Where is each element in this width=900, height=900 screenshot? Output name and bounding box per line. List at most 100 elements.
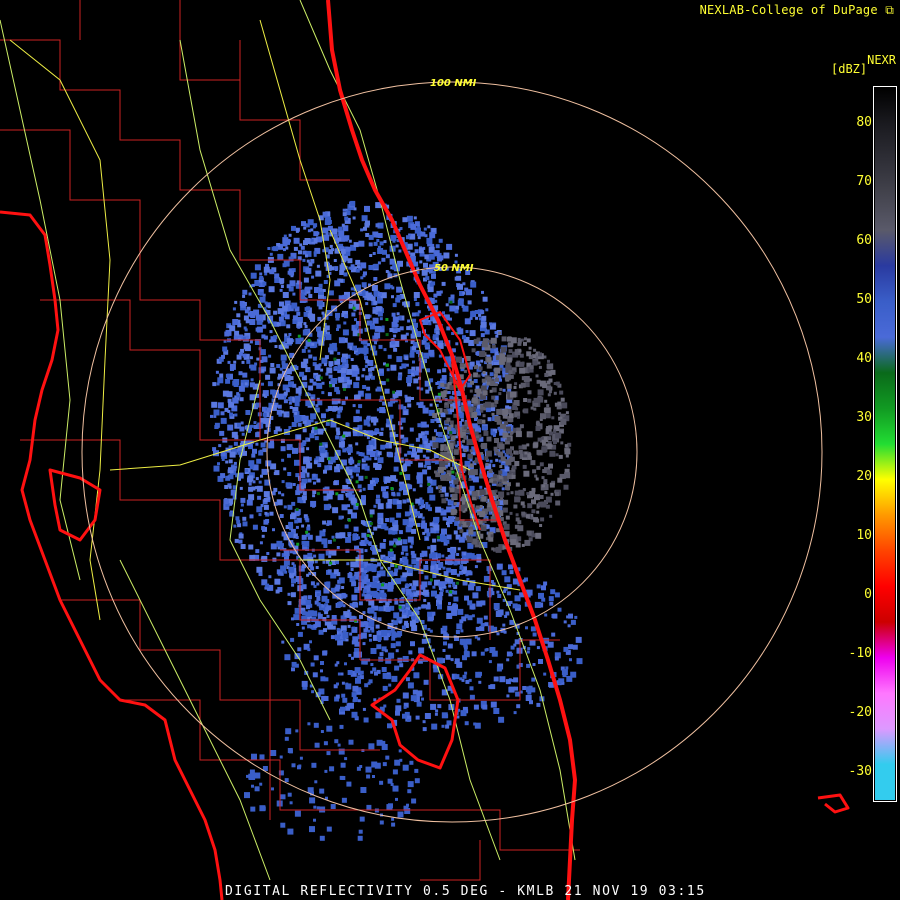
echo-pixel xyxy=(541,476,545,480)
scale-tick-label: 70 xyxy=(856,174,872,189)
echo-pixel xyxy=(576,658,583,665)
echo-pixel xyxy=(424,342,430,348)
echo-pixel xyxy=(528,346,532,350)
echo-pixel xyxy=(364,539,369,544)
echo-pixel xyxy=(323,544,328,548)
echo-pixel xyxy=(389,414,394,419)
echo-pixel xyxy=(424,575,429,580)
product-footer: DIGITAL REFLECTIVITY 0.5 DEG - KMLB 21 N… xyxy=(225,884,706,899)
echo-pixel xyxy=(485,462,489,466)
echo-pixel xyxy=(479,485,483,489)
echo-pixel xyxy=(551,632,556,637)
echo-pixel xyxy=(431,228,436,233)
echo-pixel xyxy=(296,623,300,626)
echo-pixel xyxy=(517,537,521,541)
echo-pixel xyxy=(425,389,430,394)
echo-pixel xyxy=(415,437,420,442)
echo-pixel xyxy=(461,496,466,501)
echo-pixel xyxy=(378,549,382,553)
echo-pixel xyxy=(233,360,237,364)
echo-pixel xyxy=(353,207,357,211)
echo-pixel xyxy=(286,284,291,289)
echo-pixel xyxy=(246,359,251,364)
echo-pixel xyxy=(223,499,229,505)
echo-pixel xyxy=(249,382,255,388)
echo-pixel xyxy=(344,612,350,618)
echo-pixel xyxy=(561,414,565,418)
echo-pixel xyxy=(326,367,333,374)
echo-pixel xyxy=(234,330,240,336)
echo-pixel xyxy=(300,482,304,486)
echo-pixel xyxy=(264,272,268,276)
echo-pixel-green xyxy=(449,431,453,435)
echo-pixel xyxy=(438,562,444,568)
echo-pixel xyxy=(307,219,314,226)
echo-pixel xyxy=(549,450,556,457)
echo-pixel xyxy=(536,465,541,470)
echo-pixel xyxy=(515,482,520,487)
echo-pixel xyxy=(351,692,357,698)
echo-pixel xyxy=(261,369,265,373)
echo-pixel xyxy=(375,223,380,228)
echo-pixel xyxy=(443,368,446,372)
echo-pixel xyxy=(255,442,259,446)
echo-pixel xyxy=(393,466,399,472)
echo-pixel xyxy=(402,764,409,771)
echo-pixel-green xyxy=(352,306,356,310)
echo-pixel xyxy=(385,518,390,522)
echo-pixel xyxy=(329,766,335,772)
echo-pixel xyxy=(263,414,267,418)
echo-pixel xyxy=(526,338,531,343)
echo-pixel xyxy=(313,584,317,588)
echo-pixel xyxy=(398,620,402,624)
echo-pixel xyxy=(482,390,488,396)
echo-pixel xyxy=(327,392,332,397)
echo-pixel xyxy=(380,427,384,431)
echo-pixel xyxy=(319,788,325,794)
echo-pixel-green xyxy=(297,334,301,338)
echo-pixel xyxy=(528,685,533,690)
scale-tick-label: -10 xyxy=(848,646,872,661)
echo-pixel xyxy=(470,281,477,288)
echo-pixel xyxy=(498,443,505,450)
echo-pixel xyxy=(525,514,530,519)
echo-pixel xyxy=(369,638,372,642)
echo-pixel xyxy=(500,456,506,462)
echo-pixel xyxy=(420,421,427,428)
echo-pixel xyxy=(549,514,553,518)
echo-pixel xyxy=(325,334,332,341)
echo-pixel xyxy=(361,579,367,585)
echo-pixel xyxy=(323,504,330,511)
echo-pixel xyxy=(330,266,335,271)
echo-pixel xyxy=(385,486,389,489)
echo-pixel xyxy=(522,464,527,469)
echo-pixel xyxy=(273,335,278,340)
echo-pixel xyxy=(457,547,461,551)
echo-pixel xyxy=(427,487,434,494)
echo-pixel xyxy=(450,406,454,410)
echo-pixel xyxy=(456,553,460,556)
echo-pixel xyxy=(294,459,300,466)
echo-pixel xyxy=(366,436,370,440)
echo-pixel xyxy=(361,532,367,538)
echo-pixel xyxy=(234,413,238,417)
echo-pixel xyxy=(260,504,264,507)
echo-pixel xyxy=(313,554,317,558)
echo-pixel xyxy=(557,401,562,406)
echo-pixel xyxy=(521,511,526,516)
echo-pixel xyxy=(259,541,263,545)
echo-pixel xyxy=(401,625,406,630)
echo-pixel xyxy=(481,378,486,383)
echo-pixel xyxy=(513,711,517,715)
echo-pixel xyxy=(506,426,511,432)
echo-pixel xyxy=(435,506,442,513)
echo-pixel xyxy=(499,353,506,360)
echo-pixel xyxy=(412,580,419,587)
echo-pixel xyxy=(292,383,297,388)
echo-pixel xyxy=(471,651,477,657)
echo-pixel xyxy=(282,305,288,311)
echo-pixel xyxy=(342,383,348,389)
echo-pixel xyxy=(510,391,516,398)
echo-pixel xyxy=(295,415,302,422)
echo-pixel xyxy=(256,458,262,464)
